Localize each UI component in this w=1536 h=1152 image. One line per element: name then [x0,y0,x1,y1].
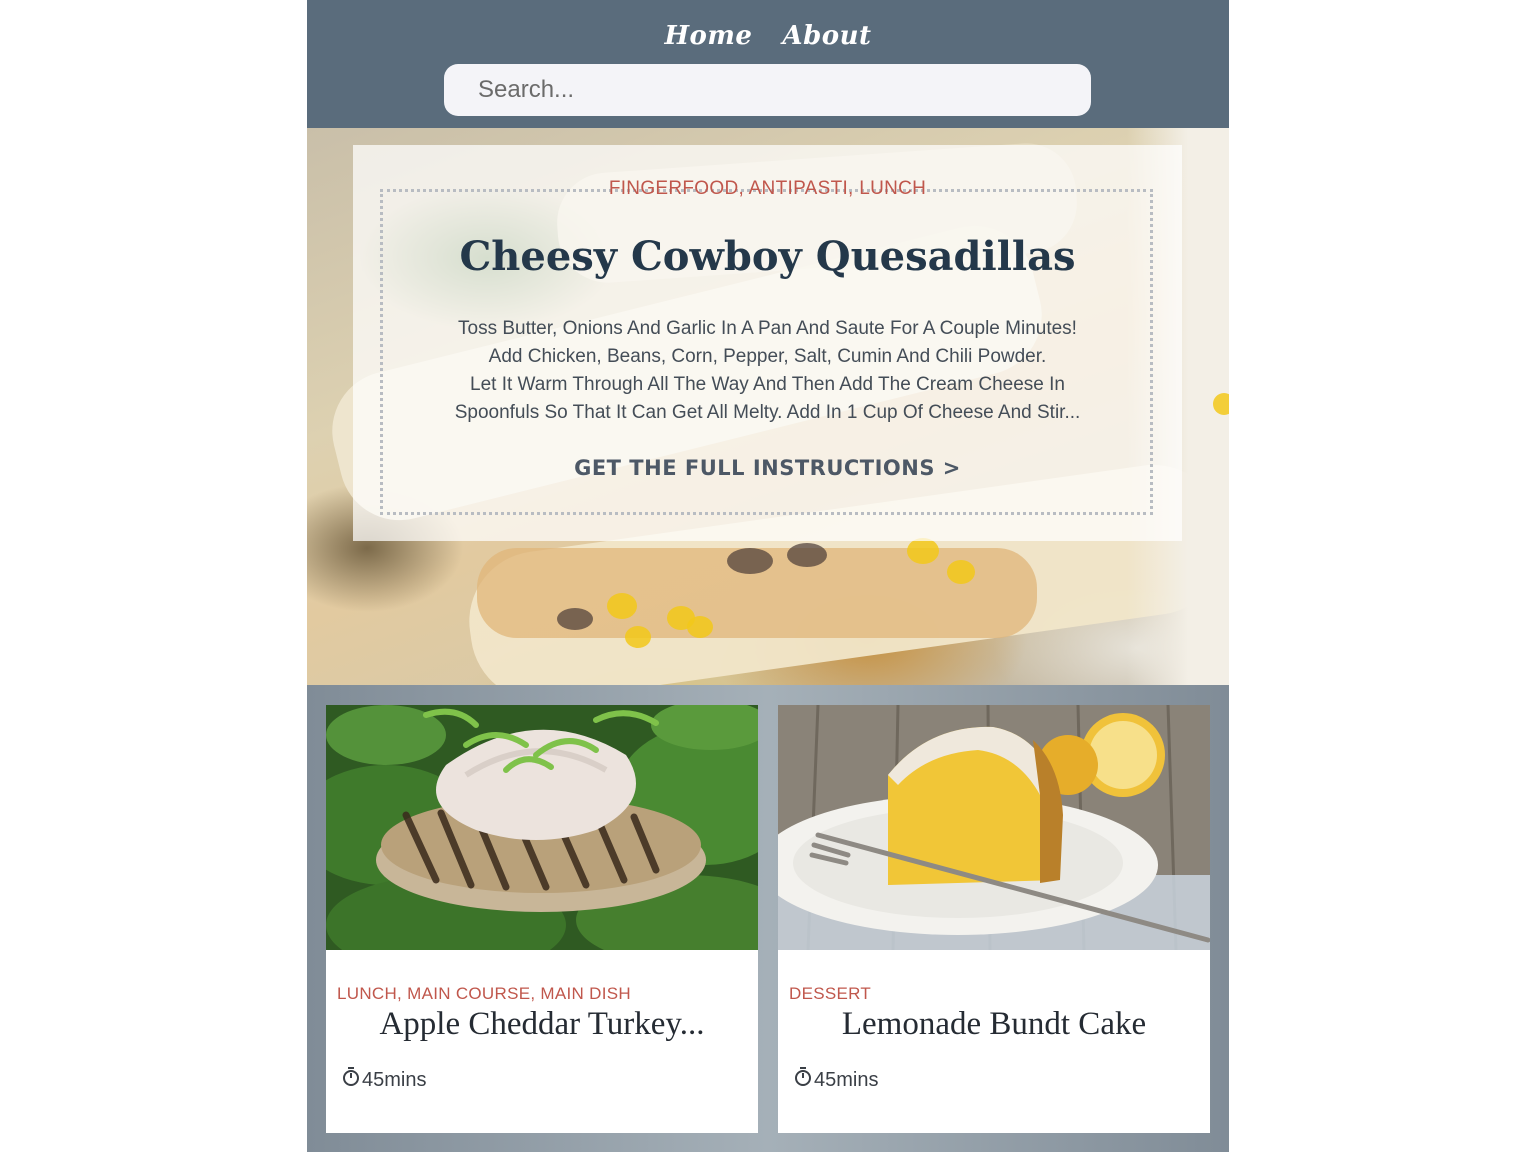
recipe-card-image[interactable] [778,705,1210,950]
search-input[interactable] [444,64,1091,116]
main-nav: Home About [307,16,1229,56]
app-frame: Home About FINGERFOOD, ANTIPASTI, LU [307,0,1229,1152]
featured-recipe-description: Toss Butter, Onions And Garlic In A Pan … [413,315,1122,427]
recipe-card-time: 45mins [342,1067,426,1093]
recipe-card-image[interactable] [326,705,758,950]
recipe-card-categories[interactable]: LUNCH, MAIN COURSE, MAIN DISH [337,984,631,1004]
stopwatch-icon [794,1067,812,1093]
recipe-card-title[interactable]: Lemonade Bundt Cake [778,1006,1210,1043]
featured-recipe-hero: FINGERFOOD, ANTIPASTI, LUNCH Cheesy Cowb… [307,128,1229,685]
recipe-card-time-value: 45mins [814,1068,879,1091]
recipe-card-title[interactable]: Apple Cheddar Turkey... [326,1006,758,1043]
featured-recipe-card: FINGERFOOD, ANTIPASTI, LUNCH Cheesy Cowb… [353,145,1182,541]
recipe-card[interactable]: LUNCH, MAIN COURSE, MAIN DISH Apple Ched… [326,705,758,1133]
full-instructions-link[interactable]: GET THE FULL INSTRUCTIONS > [353,456,1182,480]
recipe-card-time: 45mins [794,1067,878,1093]
description-line: Toss Butter, Onions And Garlic In A Pan … [458,318,1077,339]
nav-about-link[interactable]: About [782,21,871,51]
nav-home-link[interactable]: Home [664,21,752,51]
stopwatch-icon [342,1067,360,1093]
description-line: Let It Warm Through All The Way And Then… [470,374,1065,395]
recipe-card-time-value: 45mins [362,1068,427,1091]
featured-recipe-title[interactable]: Cheesy Cowboy Quesadillas [353,233,1182,280]
description-line: Spoonfuls So That It Can Get All Melty. … [454,402,1081,423]
recipe-card-categories[interactable]: DESSERT [789,984,871,1004]
description-line: Add Chicken, Beans, Corn, Pepper, Salt, … [488,346,1047,367]
featured-recipe-categories[interactable]: FINGERFOOD, ANTIPASTI, LUNCH [353,178,1182,200]
recipe-card-grid: LUNCH, MAIN COURSE, MAIN DISH Apple Ched… [307,685,1229,1152]
recipe-card[interactable]: DESSERT Lemonade Bundt Cake 45mins [778,705,1210,1133]
site-header: Home About [307,0,1229,128]
